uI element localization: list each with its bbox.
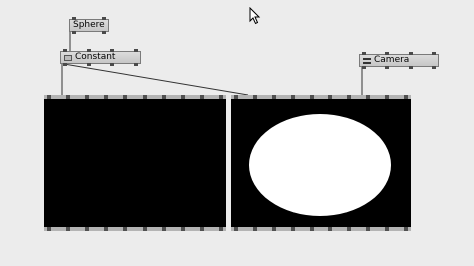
port[interactable] [47,227,51,231]
port[interactable] [63,49,67,52]
port[interactable] [408,66,413,69]
port[interactable] [123,95,128,99]
right-viewer-output-ports [231,227,411,231]
port[interactable] [104,95,109,99]
port[interactable] [431,66,436,69]
port[interactable] [104,227,109,231]
sphere-node-input-ports [70,17,108,20]
port[interactable] [180,95,185,99]
port[interactable] [431,52,436,55]
right-viewer[interactable] [231,95,411,231]
wire-constant-to-right-viewer [63,63,249,96]
port[interactable] [199,227,204,231]
camera-node-output-ports [360,66,438,69]
mouse-pointer-icon [249,7,261,25]
camera-node-label: Camera [374,55,410,65]
port[interactable] [110,49,115,52]
port[interactable] [180,227,185,231]
left-viewer-output-ports [44,227,226,231]
port[interactable] [347,227,352,231]
constant-node-label: Constant [75,52,116,62]
port[interactable] [218,227,223,231]
port[interactable] [72,31,76,34]
port[interactable] [102,17,106,20]
port[interactable] [142,95,147,99]
constant-node-output-ports [61,63,140,66]
camera-node[interactable]: Camera [359,52,439,69]
port[interactable] [408,52,413,55]
port[interactable] [85,227,90,231]
sphere-node[interactable]: Sphere [69,17,109,34]
port[interactable] [85,95,90,99]
port[interactable] [72,17,76,20]
port[interactable] [385,52,390,55]
port[interactable] [133,49,138,52]
sphere-node-output-ports [70,31,108,34]
port[interactable] [123,227,128,231]
left-viewer-input-ports [44,95,226,99]
port[interactable] [133,63,138,66]
node-graph-canvas[interactable]: Sphere Constant Camera [0,0,474,266]
constant-node[interactable]: Constant [60,49,141,66]
port[interactable] [47,95,51,99]
port[interactable] [66,227,71,231]
port[interactable] [290,95,295,99]
port[interactable] [271,227,276,231]
constant-node-input-ports [61,49,140,52]
port[interactable] [142,227,147,231]
port[interactable] [362,66,366,69]
camera-node-input-ports [360,52,438,55]
port[interactable] [161,227,166,231]
port[interactable] [86,63,91,66]
sphere-node-label: Sphere [73,20,105,30]
port[interactable] [102,31,106,34]
port[interactable] [161,95,166,99]
port[interactable] [234,95,238,99]
port[interactable] [199,95,204,99]
port[interactable] [385,227,389,231]
port[interactable] [252,95,257,99]
port[interactable] [366,227,371,231]
port[interactable] [328,227,333,231]
port[interactable] [66,95,71,99]
left-viewer[interactable] [44,95,226,231]
port[interactable] [290,227,295,231]
right-viewer-input-ports [231,95,411,99]
camera-node-icon [363,57,371,65]
port[interactable] [63,63,67,66]
port[interactable] [385,95,389,99]
port[interactable] [366,95,371,99]
port[interactable] [234,227,238,231]
port[interactable] [328,95,333,99]
port[interactable] [403,95,408,99]
constant-node-icon [64,54,72,61]
port[interactable] [252,227,257,231]
port[interactable] [110,63,115,66]
port[interactable] [403,227,408,231]
rendered-sphere [249,114,391,216]
port[interactable] [347,95,352,99]
port[interactable] [309,95,314,99]
port[interactable] [218,95,223,99]
port[interactable] [271,95,276,99]
port[interactable] [309,227,314,231]
port[interactable] [86,49,91,52]
port[interactable] [362,52,366,55]
port[interactable] [385,66,390,69]
